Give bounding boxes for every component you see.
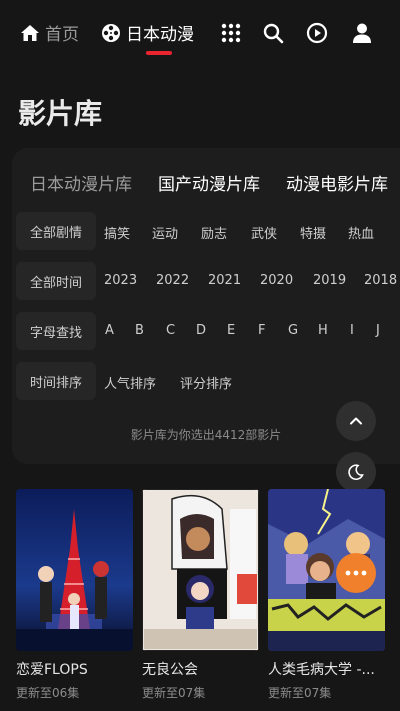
poster-image xyxy=(16,489,133,651)
filter-option[interactable]: 2023 xyxy=(104,273,137,288)
poster-image xyxy=(142,489,259,651)
filter-option[interactable]: 搞笑 xyxy=(104,223,130,242)
filter-option[interactable]: 2018 xyxy=(364,273,397,288)
anime-title: 无良公会 xyxy=(142,662,198,678)
tab-japanese-anime-library[interactable]: 日本动漫片库 xyxy=(30,170,132,195)
sort-option[interactable]: 评分排序 xyxy=(180,373,232,392)
filter-option[interactable]: I xyxy=(350,323,354,338)
episode-status: 更新至07集 xyxy=(268,686,332,700)
filter-option[interactable]: J xyxy=(376,323,380,338)
filter-row-sort: 时间排序 人气排序 评分排序 xyxy=(16,362,400,400)
filter-option[interactable]: 2019 xyxy=(313,273,346,288)
nav-home[interactable]: 首页 xyxy=(20,20,79,45)
grid-icon[interactable] xyxy=(220,22,242,44)
scroll-top-button[interactable] xyxy=(336,401,376,441)
filter-option[interactable]: A xyxy=(105,323,114,338)
filter-option[interactable]: H xyxy=(318,323,328,338)
filter-row-genre: 全部剧情 搞笑 运动 励志 武侠 特摄 热血 xyxy=(16,212,400,250)
filter-option[interactable]: G xyxy=(288,323,298,338)
page-title: 影片库 xyxy=(18,97,103,130)
search-icon[interactable] xyxy=(262,22,284,44)
episode-status: 更新至06集 xyxy=(16,686,80,700)
filter-option[interactable]: 2020 xyxy=(260,273,293,288)
filter-option[interactable]: 2022 xyxy=(156,273,189,288)
filter-option[interactable]: 武侠 xyxy=(251,223,277,242)
filter-option[interactable]: 2021 xyxy=(208,273,241,288)
filter-option[interactable]: E xyxy=(227,323,235,338)
filter-option[interactable]: F xyxy=(258,323,265,338)
tab-chinese-anime-library[interactable]: 国产动漫片库 xyxy=(158,170,260,195)
filter-year-all[interactable]: 全部时间 xyxy=(16,262,96,300)
anime-title: 恋爱FLOPS xyxy=(16,662,88,678)
sort-option[interactable]: 人气排序 xyxy=(104,373,156,392)
tab-anime-movie-library[interactable]: 动漫电影片库 xyxy=(286,170,388,195)
anime-card[interactable]: 无良公会 更新至07集 xyxy=(142,489,259,700)
filter-option[interactable]: 特摄 xyxy=(300,223,326,242)
nav-japanese-anime[interactable]: 日本动漫 xyxy=(101,20,194,45)
user-icon[interactable] xyxy=(351,22,373,44)
nav-home-label: 首页 xyxy=(45,25,79,45)
filter-option[interactable]: 热血 xyxy=(348,223,374,242)
sort-by-time[interactable]: 时间排序 xyxy=(16,362,96,400)
filter-genre-all[interactable]: 全部剧情 xyxy=(16,212,96,250)
more-dots-icon xyxy=(345,570,367,576)
home-icon xyxy=(21,24,39,41)
top-nav: 首页 日本动漫 xyxy=(0,0,400,64)
filter-row-year: 全部时间 2023 2022 2021 2020 2019 2018 xyxy=(16,262,400,300)
moon-icon xyxy=(348,464,364,481)
active-tab-indicator xyxy=(146,51,172,55)
anime-card[interactable]: 恋爱FLOPS 更新至06集 xyxy=(16,489,133,700)
library-tabs: 日本动漫片库 国产动漫片库 动漫电影片库 xyxy=(12,148,400,214)
filter-option[interactable]: 运动 xyxy=(152,223,178,242)
anime-title: 人类毛病大学 -... xyxy=(268,662,375,678)
dark-mode-button[interactable] xyxy=(336,452,376,492)
filter-option[interactable]: B xyxy=(135,323,144,338)
filter-option[interactable]: C xyxy=(166,323,175,338)
nav-anime-label: 日本动漫 xyxy=(126,25,194,45)
filter-option[interactable]: D xyxy=(196,323,206,338)
more-options-button[interactable] xyxy=(336,553,376,593)
play-history-icon[interactable] xyxy=(306,22,328,44)
filter-letter-label[interactable]: 字母查找 xyxy=(16,312,96,350)
filter-option[interactable]: 励志 xyxy=(201,223,227,242)
filter-row-letter: 字母查找 A B C D E F G H I J xyxy=(16,312,400,350)
film-reel-icon xyxy=(102,23,120,42)
episode-status: 更新至07集 xyxy=(142,686,206,700)
chevron-up-icon xyxy=(350,417,362,425)
